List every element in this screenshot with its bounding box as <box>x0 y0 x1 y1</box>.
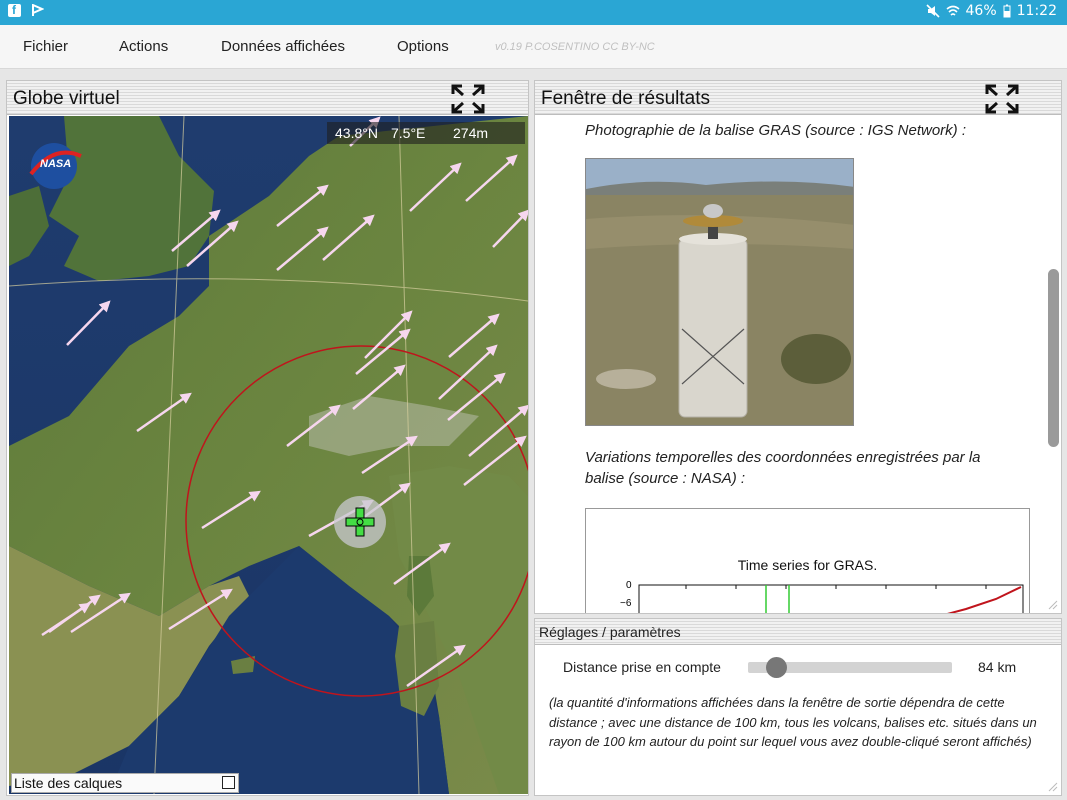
results-content[interactable]: Photographie de la balise GRAS (source :… <box>535 116 1061 613</box>
menu-options[interactable]: Options <box>397 38 449 55</box>
crosshair-icon[interactable] <box>334 496 386 548</box>
menu-bar: Fichier Actions Données affichées Option… <box>0 25 1067 69</box>
menu-donnees-affichees[interactable]: Données affichées <box>221 38 345 55</box>
series-caption: Variations temporelles des coordonnées e… <box>585 449 981 487</box>
latitude-value: 43.8°N <box>335 125 378 141</box>
settings-title: Réglages / paramètres <box>539 624 681 640</box>
coordinates-readout: 43.8°N 7.5°E 274m <box>327 122 525 144</box>
distance-slider[interactable] <box>748 657 952 678</box>
results-panel-title: Fenêtre de résultats <box>541 88 710 109</box>
status-bar: f 46% 11:22 <box>0 0 1067 25</box>
results-panel-header: Fenêtre de résultats <box>535 81 1061 115</box>
time-series-chart: Time series for GRAS. 0 −6 <box>585 508 1030 613</box>
beacon-photo <box>585 158 854 426</box>
globe-panel: Globe virtuel NASA 43.8°N 7.5°E 274m Lis… <box>6 80 529 796</box>
battery-percent: 46% <box>965 3 997 19</box>
mute-icon <box>925 4 940 18</box>
battery-icon <box>1003 4 1011 18</box>
nasa-logo-text: NASA <box>40 158 72 170</box>
flag-icon <box>32 4 44 16</box>
fullscreen-icon[interactable] <box>451 84 485 114</box>
globe-map[interactable]: NASA 43.8°N 7.5°E 274m Liste des calques <box>9 116 528 794</box>
menu-actions[interactable]: Actions <box>119 38 168 55</box>
open-external-icon[interactable] <box>222 776 235 789</box>
layers-list-label: Liste des calques <box>14 775 123 791</box>
globe-panel-header: Globe virtuel <box>7 81 528 115</box>
chart-y-tick: −6 <box>620 598 632 609</box>
chart-y-tick: 0 <box>626 580 632 591</box>
resize-grip-icon[interactable] <box>1048 782 1058 792</box>
menu-fichier[interactable]: Fichier <box>23 38 68 55</box>
longitude-value: 7.5°E <box>391 125 426 141</box>
distance-value: 84 km <box>978 659 1017 675</box>
version-label: v0.19 P.COSENTINO CC BY-NC <box>495 41 655 53</box>
fullscreen-icon[interactable] <box>985 84 1019 114</box>
distance-note: (la quantité d'informations affichées da… <box>549 695 1037 749</box>
photo-caption: Photographie de la balise GRAS (source :… <box>585 122 967 139</box>
settings-panel: Réglages / paramètres Distance prise en … <box>534 618 1062 796</box>
settings-header: Réglages / paramètres <box>535 619 1061 645</box>
results-panel: Fenêtre de résultats Photographie de la … <box>534 80 1062 614</box>
facebook-icon: f <box>8 3 21 17</box>
layers-list-bar[interactable]: Liste des calques <box>11 773 239 793</box>
resize-grip-icon[interactable] <box>1048 600 1058 610</box>
results-scrollbar[interactable] <box>1048 269 1059 447</box>
wifi-icon <box>946 5 960 16</box>
distance-slider-thumb[interactable] <box>766 657 787 678</box>
satellite-map <box>9 116 528 794</box>
distance-label: Distance prise en compte <box>563 659 721 675</box>
globe-panel-title: Globe virtuel <box>13 88 120 109</box>
altitude-value: 274m <box>453 125 489 141</box>
clock: 11:22 <box>1016 3 1057 19</box>
